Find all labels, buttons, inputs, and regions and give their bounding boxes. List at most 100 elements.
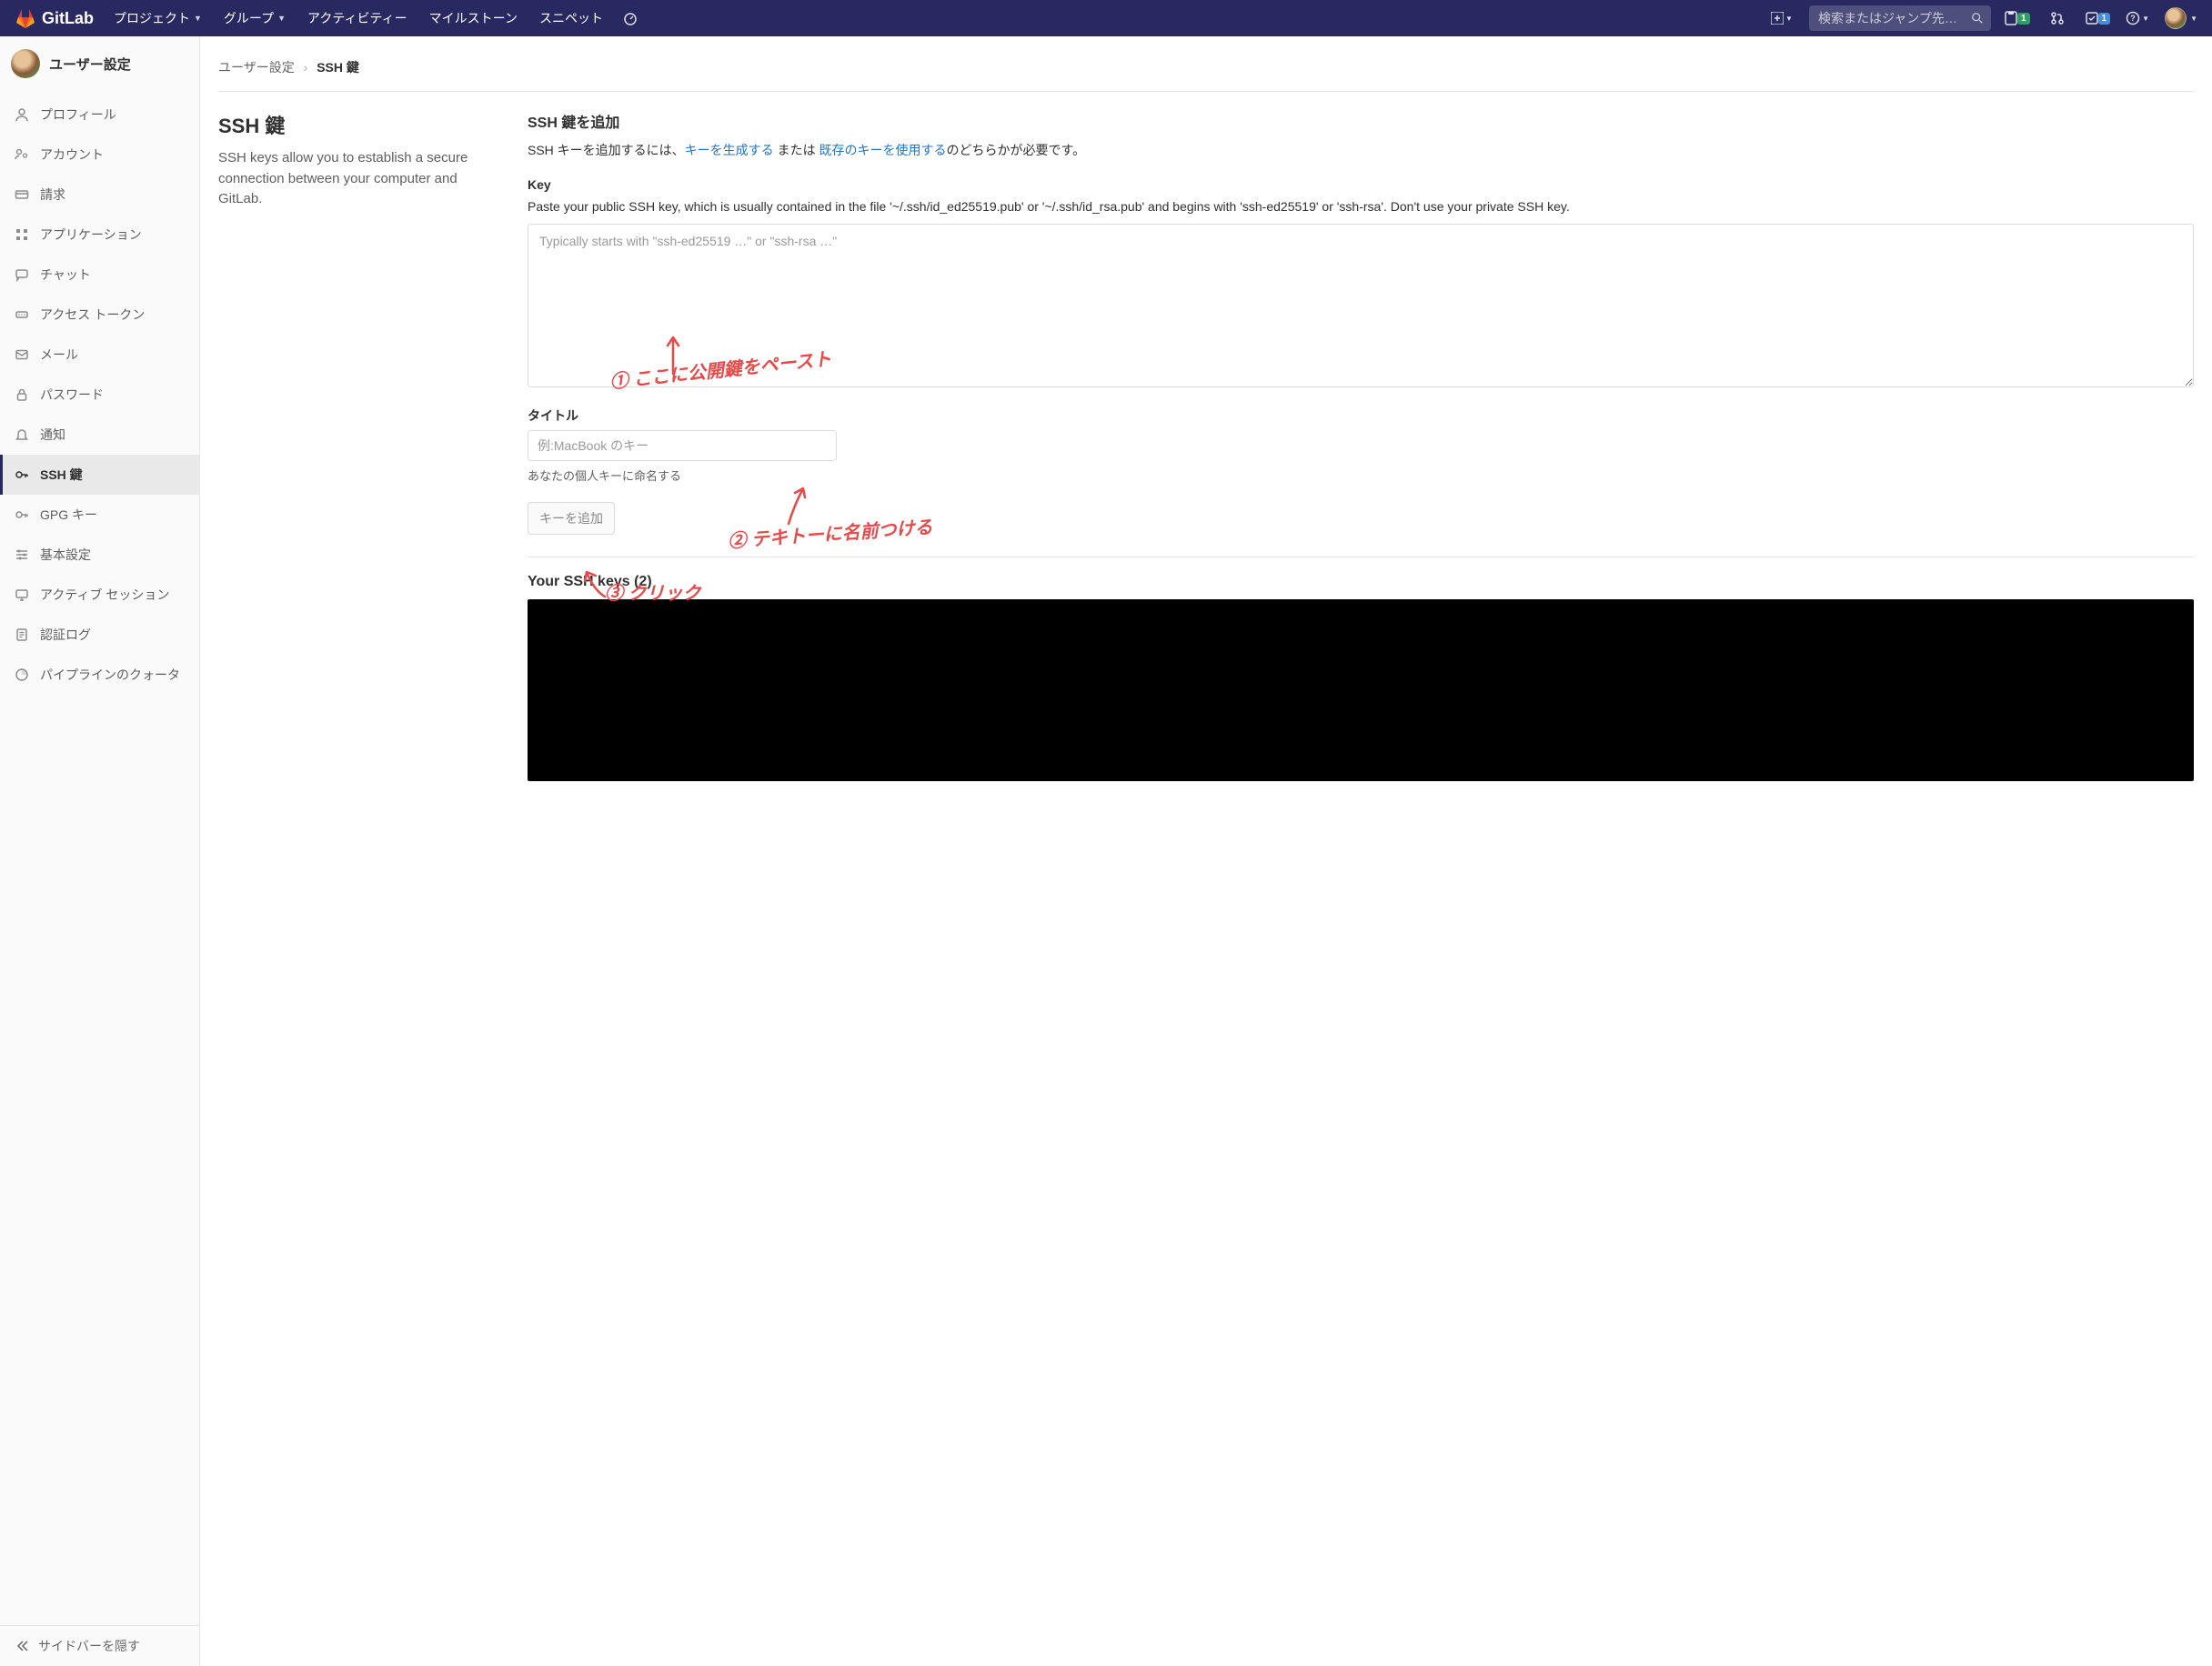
nav-groups-label: グループ bbox=[224, 9, 274, 27]
sidebar-item-notifications[interactable]: 通知 bbox=[0, 415, 199, 455]
brand-label: GitLab bbox=[42, 9, 94, 28]
sidebar-footer-label: サイドバーを隠す bbox=[38, 1637, 140, 1655]
sidebar-item-pipeline-quota[interactable]: パイプラインのクォータ bbox=[0, 655, 199, 695]
sidebar-item-applications[interactable]: アプリケーション bbox=[0, 215, 199, 255]
nav-milestones[interactable]: マイルストーン bbox=[420, 5, 527, 31]
todos-badge: 1 bbox=[2098, 13, 2111, 25]
left-column: SSH 鍵 SSH keys allow you to establish a … bbox=[218, 110, 491, 781]
nav-activity[interactable]: アクティビティー bbox=[298, 5, 417, 31]
add-key-heading: SSH 鍵を追加 bbox=[528, 110, 2194, 132]
link-generate-key[interactable]: キーを生成する bbox=[685, 143, 774, 157]
nav-activity-label: アクティビティー bbox=[307, 9, 407, 27]
search-icon bbox=[1971, 12, 1984, 25]
sidebar-item-label: 通知 bbox=[40, 426, 65, 444]
annotation-arrow-2 bbox=[778, 483, 814, 528]
key-icon bbox=[15, 507, 29, 522]
add-key-button[interactable]: キーを追加 bbox=[528, 502, 615, 535]
page-title: SSH 鍵 bbox=[218, 110, 491, 139]
sidebar-item-label: 請求 bbox=[40, 186, 65, 204]
title-label: タイトル bbox=[528, 406, 2194, 425]
annotation-2: ② テキトーに名前つける bbox=[727, 512, 933, 553]
sidebar-avatar bbox=[11, 49, 40, 78]
sidebar-item-preferences[interactable]: 基本設定 bbox=[0, 535, 199, 575]
breadcrumb: ユーザー設定 › SSH 鍵 bbox=[218, 51, 2194, 92]
help-icon: ? bbox=[2126, 11, 2140, 25]
sidebar-header: ユーザー設定 bbox=[0, 36, 199, 91]
sidebar-item-billing[interactable]: 請求 bbox=[0, 175, 199, 215]
title-help: あなたの個人キーに命名する bbox=[528, 467, 2194, 484]
sidebar-item-label: パイプラインのクォータ bbox=[40, 666, 180, 684]
chevron-down-icon: ▼ bbox=[1785, 15, 1793, 23]
sidebar-collapse-button[interactable]: サイドバーを隠す bbox=[0, 1625, 199, 1666]
breadcrumb-current: SSH 鍵 bbox=[317, 60, 359, 75]
key-help: Paste your public SSH key, which is usua… bbox=[528, 197, 2194, 217]
sidebar-item-label: アクティブ セッション bbox=[40, 586, 169, 604]
title-input[interactable] bbox=[528, 430, 837, 461]
avatar-icon bbox=[2165, 7, 2187, 29]
nav-projects[interactable]: プロジェクト▼ bbox=[105, 5, 211, 31]
nav-groups[interactable]: グループ▼ bbox=[215, 5, 295, 31]
content-row: SSH 鍵 SSH keys allow you to establish a … bbox=[218, 110, 2194, 781]
chevron-down-icon: ▼ bbox=[194, 14, 202, 23]
collapse-icon bbox=[15, 1639, 29, 1653]
nav-snippets-label: スニペット bbox=[539, 9, 603, 27]
svg-text:?: ? bbox=[2130, 14, 2136, 23]
gitlab-logo-icon bbox=[15, 7, 36, 29]
chevron-down-icon: ▼ bbox=[2142, 15, 2149, 23]
sidebar-item-ssh-keys[interactable]: SSH 鍵 bbox=[0, 455, 199, 495]
main-content: ユーザー設定 › SSH 鍵 SSH 鍵 SSH keys allow you … bbox=[200, 36, 2212, 1666]
brand[interactable]: GitLab bbox=[15, 7, 94, 29]
sidebar-item-label: アカウント bbox=[40, 146, 104, 164]
nav-issues[interactable]: 1 bbox=[2004, 4, 2030, 33]
nav-right: ▼ 1 1 ? ▼ ▼ bbox=[1767, 4, 2197, 33]
bell-icon bbox=[15, 427, 29, 442]
sidebar-item-access-tokens[interactable]: アクセス トークン bbox=[0, 295, 199, 335]
link-existing-key[interactable]: 既存のキーを使用する bbox=[819, 143, 946, 157]
profile-icon bbox=[15, 107, 29, 122]
sidebar-item-chat[interactable]: チャット bbox=[0, 255, 199, 295]
billing-icon bbox=[15, 187, 29, 202]
sidebar-item-label: アプリケーション bbox=[40, 226, 142, 244]
preferences-icon bbox=[15, 547, 29, 562]
nav-todos[interactable]: 1 bbox=[2085, 4, 2111, 33]
your-keys-heading: Your SSH keys (2) bbox=[528, 574, 2194, 590]
right-column: SSH 鍵を追加 SSH キーを追加するには、キーを生成する または 既存のキー… bbox=[528, 110, 2194, 781]
ssh-keys-list-redacted bbox=[528, 599, 2194, 781]
breadcrumb-root[interactable]: ユーザー設定 bbox=[218, 60, 295, 75]
sidebar-item-label: SSH 鍵 bbox=[40, 466, 83, 484]
breadcrumb-separator: › bbox=[304, 60, 308, 75]
sidebar-item-label: メール bbox=[40, 346, 78, 364]
sidebar-item-sessions[interactable]: アクティブ セッション bbox=[0, 575, 199, 615]
page-description: SSH keys allow you to establish a secure… bbox=[218, 148, 491, 210]
top-navbar: GitLab プロジェクト▼ グループ▼ アクティビティー マイルストーン スニ… bbox=[0, 0, 2212, 36]
nav-perf-icon[interactable] bbox=[616, 4, 645, 33]
sidebar-title: ユーザー設定 bbox=[49, 55, 131, 74]
nav-merge-requests[interactable] bbox=[2043, 4, 2072, 33]
sidebar-item-profile[interactable]: プロフィール bbox=[0, 95, 199, 135]
issues-badge: 1 bbox=[2017, 13, 2030, 25]
key-textarea[interactable] bbox=[528, 224, 2194, 387]
sidebar-item-account[interactable]: アカウント bbox=[0, 135, 199, 175]
nav-user-menu[interactable]: ▼ bbox=[2165, 4, 2197, 33]
mr-icon bbox=[2050, 11, 2065, 25]
sidebar-item-emails[interactable]: メール bbox=[0, 335, 199, 375]
todo-icon bbox=[2085, 11, 2099, 25]
search-input[interactable] bbox=[1809, 5, 1991, 31]
add-help-suffix: のどちらかが必要です。 bbox=[946, 143, 1085, 157]
log-icon bbox=[15, 627, 29, 642]
sidebar-item-label: 認証ログ bbox=[40, 626, 91, 644]
sidebar-item-password[interactable]: パスワード bbox=[0, 375, 199, 415]
apps-icon bbox=[15, 227, 29, 242]
nav-milestones-label: マイルストーン bbox=[429, 9, 518, 27]
nav-snippets[interactable]: スニペット bbox=[530, 5, 612, 31]
key-label: Key bbox=[528, 177, 2194, 192]
add-help-prefix: SSH キーを追加するには、 bbox=[528, 143, 685, 157]
nav-help[interactable]: ? ▼ bbox=[2123, 4, 2152, 33]
sidebar-item-gpg-keys[interactable]: GPG キー bbox=[0, 495, 199, 535]
quota-icon bbox=[15, 667, 29, 682]
sidebar: ユーザー設定 プロフィール アカウント 請求 アプリケーション チャット アクセ… bbox=[0, 36, 200, 1666]
nav-plus-button[interactable]: ▼ bbox=[1767, 4, 1796, 33]
sidebar-item-label: アクセス トークン bbox=[40, 306, 145, 324]
add-key-help: SSH キーを追加するには、キーを生成する または 既存のキーを使用するのどちら… bbox=[528, 141, 2194, 161]
sidebar-item-auth-log[interactable]: 認証ログ bbox=[0, 615, 199, 655]
